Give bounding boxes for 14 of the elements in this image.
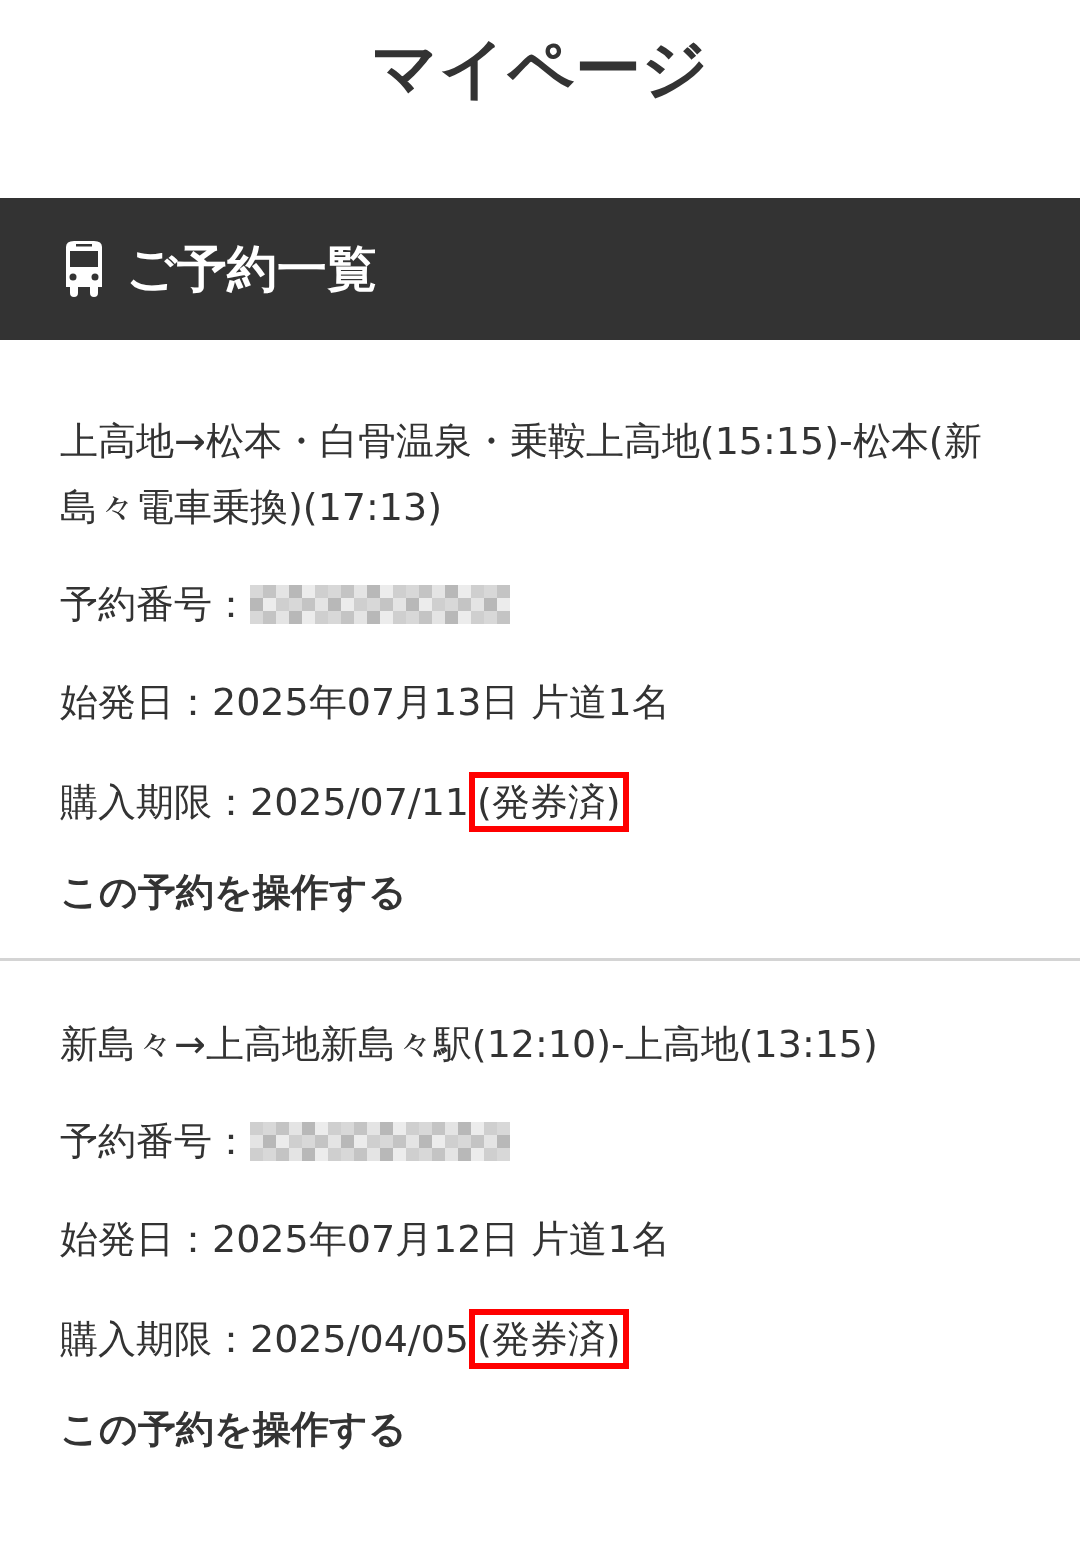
ticket-status: (発券済) [469,772,629,832]
route-text: 上高地→松本・白骨温泉・乗鞍上高地(15:15)-松本(新島々電車乗換)(17:13) [60,418,983,531]
departure-date-text: 始発日：2025年07月12日 片道1名 [60,1216,671,1263]
section-title: ご予約一覧 [126,238,377,300]
manage-reservation-link[interactable]: この予約を操作する [60,864,407,920]
departure-date-text: 始発日：2025年07月13日 片道1名 [60,679,671,726]
reservation-number-label: 予約番号： [60,581,250,628]
purchase-deadline-text: 購入期限：2025/07/11 [60,779,470,826]
manage-reservation-link[interactable]: この予約を操作する [60,1401,407,1457]
route-text: 新島々→上高地新島々駅(12:10)-上高地(13:15) [60,1021,879,1068]
purchase-deadline-text: 購入期限：2025/04/05 [60,1316,470,1363]
page-title: マイページ [370,29,710,109]
reservation-number-label: 予約番号： [60,1118,250,1165]
ticket-status: (発券済) [469,1309,629,1369]
